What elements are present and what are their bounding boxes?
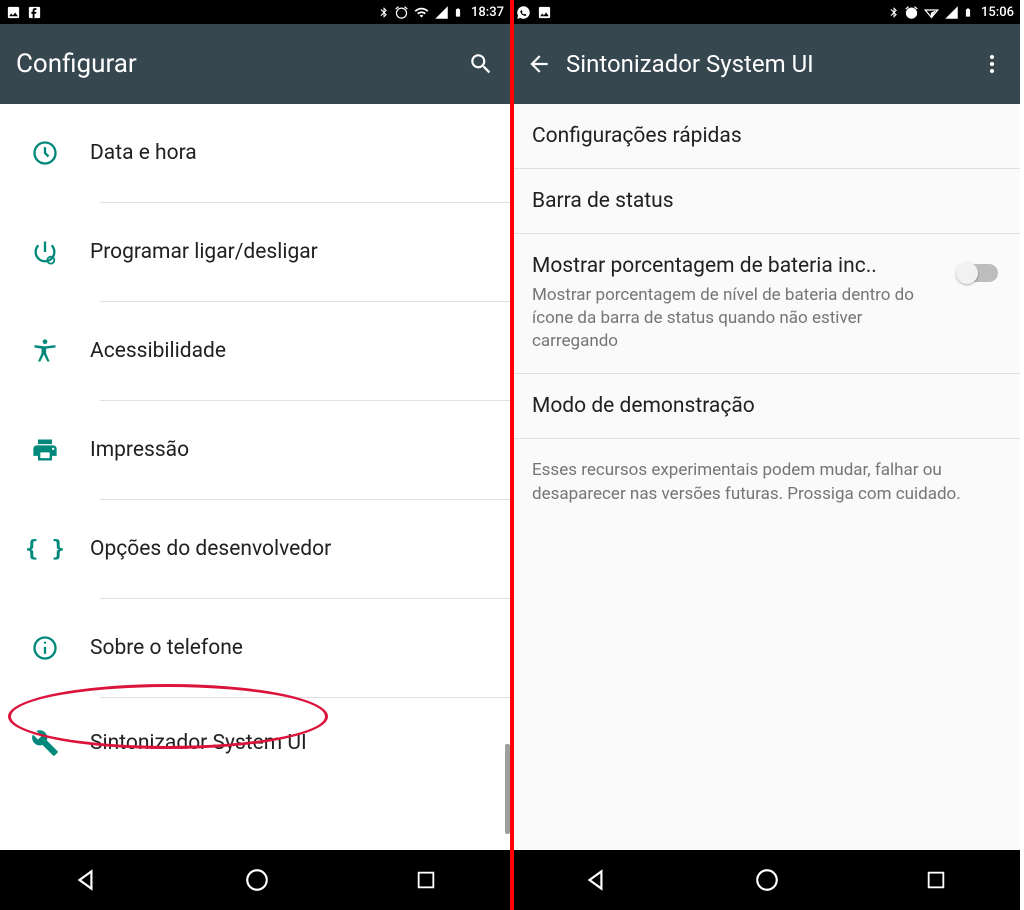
setting-label: Sobre o telefone <box>90 636 494 660</box>
nav-recent-button[interactable] <box>925 869 947 891</box>
footer-warning: Esses recursos experimentais podem mudar… <box>510 439 1020 527</box>
triangle-back-icon <box>583 867 609 893</box>
signal-icon <box>944 5 959 20</box>
setting-label: Acessibilidade <box>90 339 494 363</box>
tuner-item-demo-mode[interactable]: Modo de demonstração <box>510 374 1020 439</box>
search-button[interactable] <box>454 51 494 77</box>
page-title: Sintonizador System UI <box>566 50 964 78</box>
setting-label: Sintonizador System UI <box>90 731 494 755</box>
setting-item-schedule-power[interactable]: Programar ligar/desligar <box>0 203 510 301</box>
status-bar: 18:37 <box>0 0 510 24</box>
image-icon <box>537 5 552 20</box>
row-description: Mostrar porcentagem de nível de bateria … <box>532 284 948 353</box>
setting-label: Impressão <box>90 438 494 462</box>
whatsapp-icon <box>516 5 531 20</box>
status-time: 18:37 <box>471 5 504 20</box>
setting-label: Opções do desenvolvedor <box>90 537 494 561</box>
setting-item-date-time[interactable]: Data e hora <box>0 104 510 202</box>
wrench-icon <box>31 729 59 757</box>
circle-home-icon <box>244 867 270 893</box>
battery-icon <box>963 5 973 20</box>
nav-back-button[interactable] <box>73 867 99 893</box>
printer-icon <box>31 436 59 464</box>
status-bar: 15:06 <box>510 0 1020 24</box>
nav-home-button[interactable] <box>754 867 780 893</box>
setting-item-accessibility[interactable]: Acessibilidade <box>0 302 510 400</box>
row-title: Mostrar porcentagem de bateria inc.. <box>532 254 948 278</box>
code-braces-icon: { } <box>25 537 65 562</box>
settings-list[interactable]: Data e hora Programar ligar/desligar Ace… <box>0 104 510 850</box>
back-button[interactable] <box>526 51 566 77</box>
accessibility-icon <box>31 337 59 365</box>
arrow-back-icon <box>526 51 552 77</box>
row-title: Barra de status <box>532 189 998 213</box>
status-time: 15:06 <box>981 5 1014 20</box>
bluetooth-icon <box>888 5 900 20</box>
signal-icon <box>434 5 449 20</box>
nav-recent-button[interactable] <box>415 869 437 891</box>
battery-percentage-switch[interactable] <box>958 264 998 282</box>
square-recent-icon <box>415 869 437 891</box>
bluetooth-icon <box>378 5 390 20</box>
nav-back-button[interactable] <box>583 867 609 893</box>
triangle-back-icon <box>73 867 99 893</box>
power-schedule-icon <box>31 238 59 266</box>
setting-label: Programar ligar/desligar <box>90 240 494 264</box>
tuner-item-status-bar[interactable]: Barra de status <box>510 169 1020 234</box>
tuner-item-battery-percentage[interactable]: Mostrar porcentagem de bateria inc.. Mos… <box>510 234 1020 374</box>
setting-item-system-ui-tuner[interactable]: Sintonizador System UI <box>0 698 510 788</box>
circle-home-icon <box>754 867 780 893</box>
alarm-icon <box>394 5 409 20</box>
more-vert-icon <box>980 52 1004 76</box>
app-bar: Configurar <box>0 24 510 104</box>
setting-item-printing[interactable]: Impressão <box>0 401 510 499</box>
page-title: Configurar <box>16 49 454 79</box>
setting-item-about-phone[interactable]: Sobre o telefone <box>0 599 510 697</box>
facebook-icon <box>27 5 42 20</box>
screenshot-left: 18:37 Configurar Data e hora Programar l… <box>0 0 510 910</box>
battery-icon <box>453 5 463 20</box>
wifi-icon <box>413 5 430 20</box>
separator-divider <box>510 0 514 910</box>
row-title: Configurações rápidas <box>532 124 998 148</box>
app-bar: Sintonizador System UI <box>510 24 1020 104</box>
image-icon <box>6 5 21 20</box>
screenshot-right: 15:06 Sintonizador System UI Configuraçõ… <box>510 0 1020 910</box>
setting-label: Data e hora <box>90 141 494 165</box>
wifi-icon <box>923 5 940 20</box>
navigation-bar <box>0 850 510 910</box>
search-icon <box>468 51 494 77</box>
tuner-item-quick-settings[interactable]: Configurações rápidas <box>510 104 1020 169</box>
square-recent-icon <box>925 869 947 891</box>
navigation-bar <box>510 850 1020 910</box>
row-title: Modo de demonstração <box>532 394 998 418</box>
clock-icon <box>31 139 59 167</box>
info-icon <box>31 634 59 662</box>
setting-item-developer-options[interactable]: { } Opções do desenvolvedor <box>0 500 510 598</box>
tuner-list[interactable]: Configurações rápidas Barra de status Mo… <box>510 104 1020 850</box>
overflow-menu-button[interactable] <box>964 52 1004 76</box>
nav-home-button[interactable] <box>244 867 270 893</box>
alarm-icon <box>904 5 919 20</box>
